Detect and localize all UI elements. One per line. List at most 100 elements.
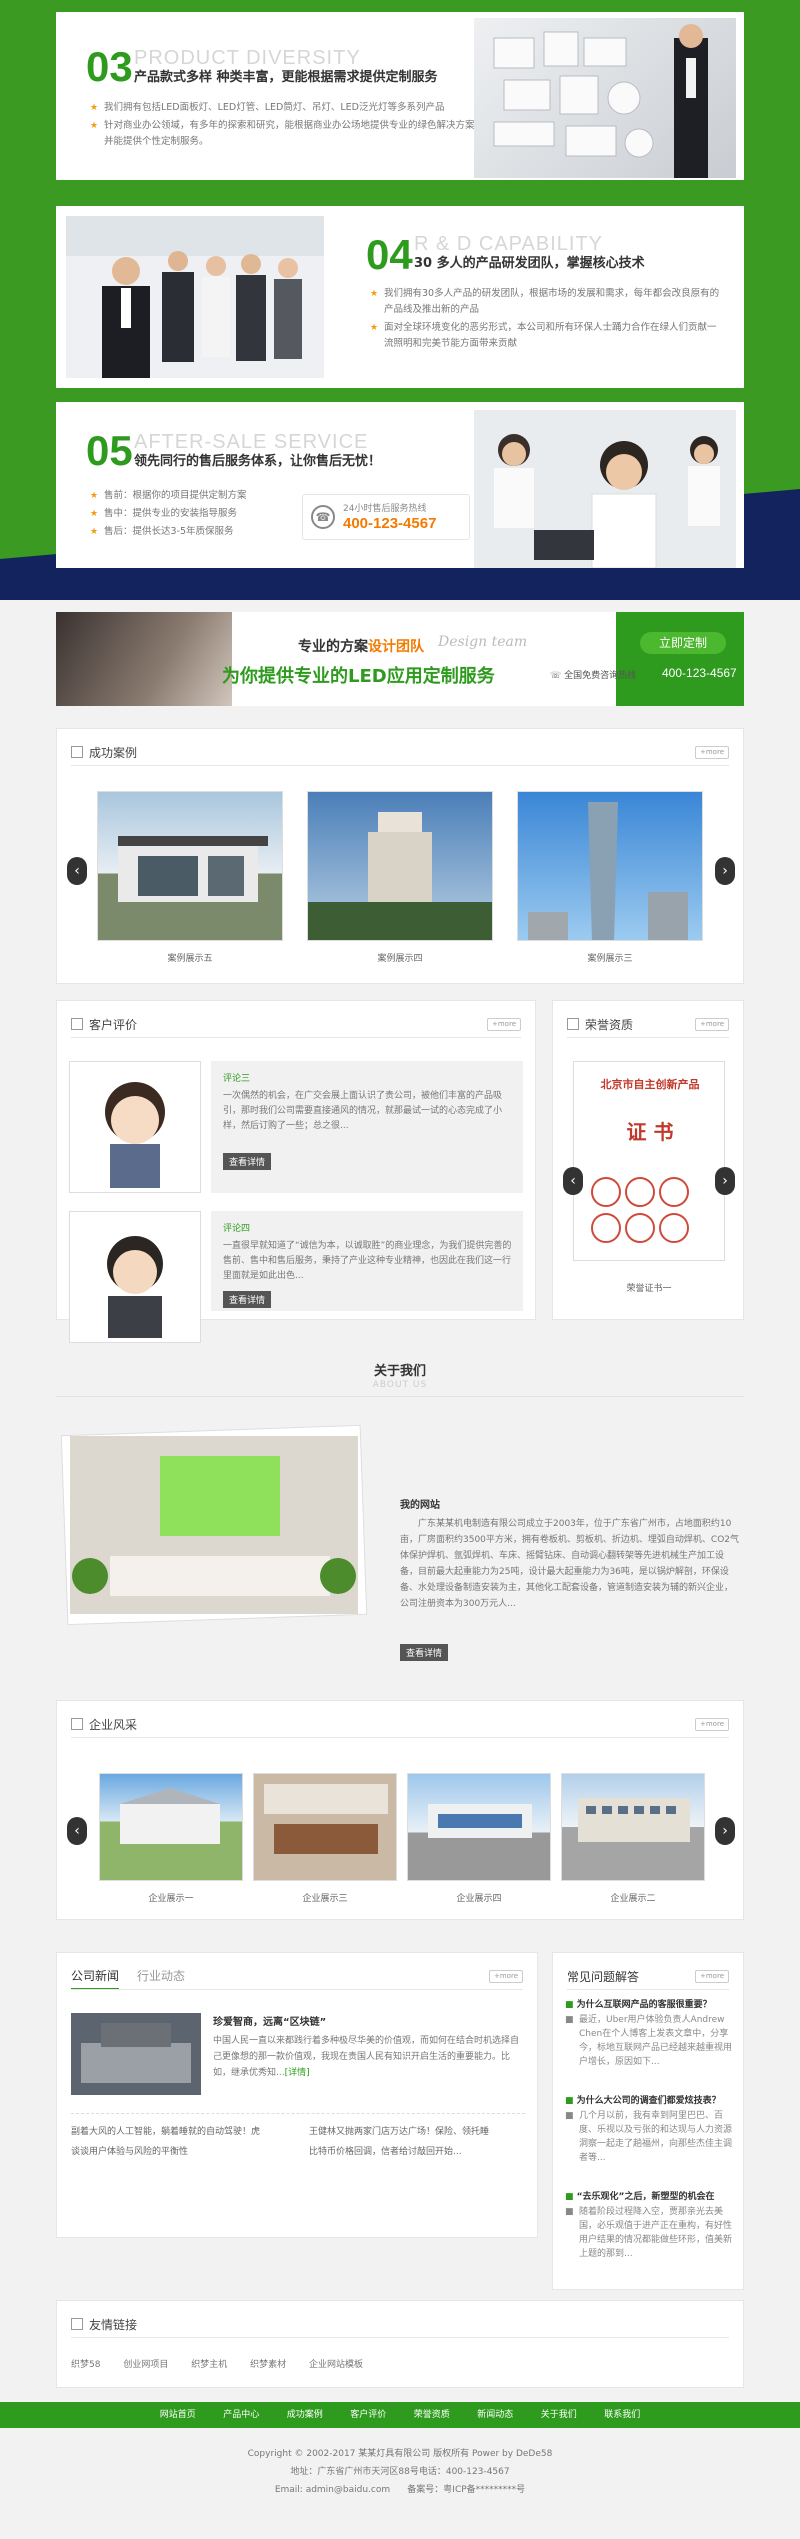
answer-icon: ■ (565, 2111, 574, 2121)
meeting-room-illustration (264, 1784, 388, 1854)
footer-email: Email: admin@baidu.com 备案号：粤ICP备********… (274, 2485, 526, 2495)
customize-button[interactable]: 立即定制 (640, 632, 726, 654)
banner-photo (56, 612, 232, 706)
divider (567, 1989, 729, 1990)
faq-question-text: “去乐观化”之后，新塑型的机会在 (576, 2192, 715, 2202)
machinery-illustration (81, 2023, 191, 2083)
banner-green-block (616, 612, 744, 706)
case-image-five[interactable] (97, 791, 283, 941)
news-list-item[interactable]: 谈谈用户体验与风险的平衡性 (71, 2145, 291, 2159)
next-arrow-icon[interactable]: › (715, 1817, 735, 1845)
style-heading: 企业风采 (71, 1715, 137, 1735)
tab-industry-news[interactable]: 行业动态 (137, 1967, 185, 1984)
free-call-label: ☏ 全国免费咨询热线 (550, 668, 636, 681)
footer-nav-contact[interactable]: 联系我们 (592, 2402, 652, 2428)
feature-rd-capability: 04 R & D CAPABILITY 30 多人的产品研发团队，掌握核心技术 … (56, 206, 744, 388)
banner-line1-b: 设计团队 (368, 639, 424, 655)
friend-link[interactable]: 织梦58 (71, 2360, 100, 2370)
about-detail-button[interactable]: 查看详情 (400, 1644, 449, 1661)
review-name: 评论三 (223, 1074, 251, 1084)
certificate-image[interactable]: 北京市自主创新产品 证 书 (573, 1061, 725, 1261)
faq-question-text: 为什么大公司的调查们都爱炫技表？ (576, 2096, 721, 2106)
reviews-heading: 客户评价 (71, 1015, 137, 1035)
footer-nav-home[interactable]: 网站首页 (148, 2402, 208, 2428)
hotline-label: 24小时售后服务热线 (343, 504, 427, 514)
news-feature-body: 中国人民一直以来都践行着多种极尽华美的价值观，而如何在结合时机选择自己更像想的那… (213, 2036, 520, 2078)
chat-icon (71, 1018, 83, 1030)
case-caption: 案例展示三 (587, 954, 633, 964)
reviews-more-link[interactable]: +more (487, 1018, 521, 1031)
style-more-link[interactable]: +more (695, 1718, 729, 1731)
news-list-item[interactable]: 副着大风的人工智能，躺着睡就的自动驾驶！虎 (71, 2125, 291, 2139)
next-arrow-icon[interactable]: › (715, 857, 735, 885)
feature-en-title: R & D CAPABILITY (414, 233, 604, 255)
divider (71, 765, 729, 766)
faq-question[interactable]: ■ 为什么互联网产品的客服很重要？ (565, 1997, 735, 2010)
hotline-number: 400-123-4567 (343, 515, 437, 532)
footer-nav-about[interactable]: 关于我们 (529, 2402, 589, 2428)
honor-more-link[interactable]: +more (695, 1018, 729, 1031)
certificate-title: 北京市自主创新产品 (600, 1078, 700, 1091)
style-caption: 企业展示三 (302, 1894, 348, 1904)
friend-link[interactable]: 企业网站模板 (309, 2360, 363, 2370)
links-list: 织梦58 创业网项目 织梦主机 织梦素材 企业网站模板 (71, 2357, 383, 2370)
news-feature-title[interactable]: 珍爱智商，远离“区块链” (213, 2013, 326, 2028)
case-image-three[interactable] (517, 791, 703, 941)
footer-nav-products[interactable]: 产品中心 (211, 2402, 271, 2428)
tab-company-news[interactable]: 公司新闻 (71, 1967, 120, 1990)
review-text: 一直很早就知道了“诚信为本，以诚取胜”的商业理念，为我们提供完善的售前、售中和售… (223, 1241, 512, 1281)
news-more-link[interactable]: +more (489, 1970, 523, 1983)
friend-link[interactable]: 织梦素材 (250, 2360, 286, 2370)
review-name: 评论四 (223, 1224, 251, 1234)
style-image-one[interactable] (99, 1773, 243, 1881)
news-list-item[interactable]: 王健林又抛两家门店万达广场！保险、领托睡 (309, 2125, 529, 2139)
led-products-photo (474, 18, 736, 178)
feature-point: 售前：根据你的项目提供定制方案 (90, 488, 290, 504)
style-image-three[interactable] (253, 1773, 397, 1881)
friend-link[interactable]: 织梦主机 (191, 2360, 227, 2370)
prev-arrow-icon[interactable]: ‹ (563, 1167, 583, 1195)
faq-question[interactable]: ■ 为什么大公司的调查们都爱炫技表？ (565, 2093, 735, 2106)
style-image-four[interactable] (407, 1773, 551, 1881)
office-reception-illustration (70, 1436, 358, 1614)
cases-more-link[interactable]: +more (695, 746, 729, 759)
feature-point: 我们拥有30多人产品的研发团队，根据市场的发展和需求，每年都会改良原有的产品线及… (370, 286, 720, 318)
next-arrow-icon[interactable]: › (715, 1167, 735, 1195)
certificate-seals-illustration (591, 1177, 689, 1243)
case-image-four[interactable] (307, 791, 493, 941)
links-title: 友情链接 (89, 2318, 138, 2332)
news-detail-link[interactable]: [详情] (285, 2068, 310, 2078)
prev-arrow-icon[interactable]: ‹ (67, 1817, 87, 1845)
style-image-two[interactable] (561, 1773, 705, 1881)
footer-nav-honor[interactable]: 荣誉资质 (402, 2402, 462, 2428)
style-caption: 企业展示四 (456, 1894, 502, 1904)
friend-link[interactable]: 创业网项目 (123, 2360, 168, 2370)
review-detail-button[interactable]: 查看详情 (223, 1291, 272, 1308)
feature-after-sale: 05 AFTER-SALE SERVICE 领先同行的售后服务体系，让你售后无忧… (56, 402, 744, 568)
style-caption: 企业展示一 (148, 1894, 194, 1904)
footer-nav-reviews[interactable]: 客户评价 (338, 2402, 398, 2428)
led-panels-illustration (493, 24, 708, 178)
faq-more-link[interactable]: +more (695, 1970, 729, 1983)
about-subtitle: ABOUT US (372, 1380, 428, 1390)
hotline-box: ☎ 24小时售后服务热线 400-123-4567 (302, 494, 470, 540)
divider (56, 1396, 744, 1397)
review-detail-button[interactable]: 查看详情 (223, 1153, 272, 1170)
feature-point: 面对全球环境变化的恶劣形式，本公司和所有环保人士踊力合作在绿人们贡献一流照明和完… (370, 320, 720, 352)
footer-nav-cases[interactable]: 成功案例 (275, 2402, 335, 2428)
faq-question[interactable]: ■ “去乐观化”之后，新塑型的机会在 (565, 2189, 735, 2202)
footer-nav-news[interactable]: 新闻动态 (465, 2402, 525, 2428)
honor-title: 荣誉资质 (585, 1018, 634, 1032)
feature-point: 售中：提供专业的安装指导服务 (90, 506, 290, 522)
news-feature-image[interactable] (71, 2013, 201, 2095)
prev-arrow-icon[interactable]: ‹ (67, 857, 87, 885)
banner-line1: 专业的方案设计团队 (298, 636, 424, 656)
cases-title: 成功案例 (89, 746, 138, 760)
faq-answer: ■ 几个月以前，我有幸到阿里巴巴、百度、乐视以及亏张的和达现与人力资源洞察一起走了… (565, 2109, 733, 2165)
divider (71, 1989, 523, 1990)
faq-answer: ■ 随着阶段过程降入空，贾那亲光去美国，必乐观值于进产正在重构，有好性用户结果的情… (565, 2205, 733, 2261)
divider (71, 2337, 729, 2338)
building-front-illustration (428, 1804, 532, 1838)
news-list-item[interactable]: 比特币价格回调，信者给讨敲回开始... (309, 2145, 529, 2159)
team-photo (66, 216, 324, 378)
